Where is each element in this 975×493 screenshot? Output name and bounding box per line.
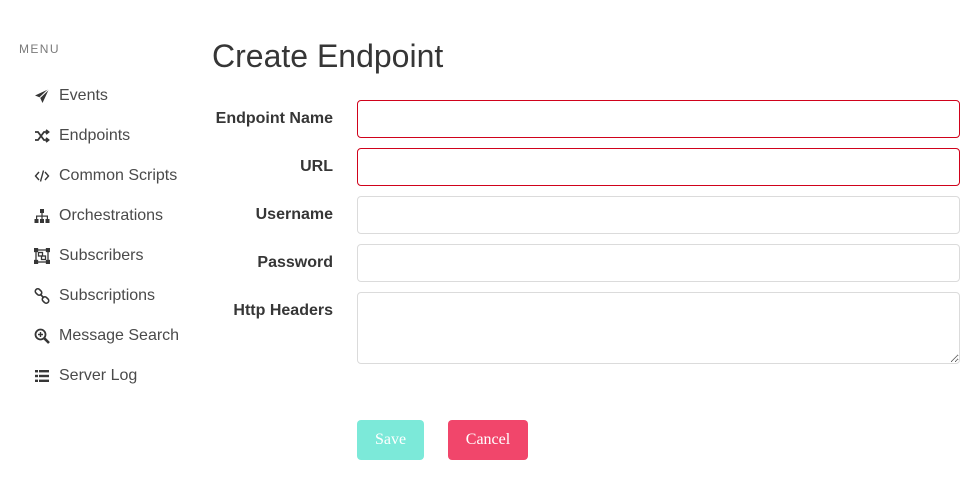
sidebar-item-label: Server Log	[59, 367, 138, 384]
sidebar-item-endpoints[interactable]: Endpoints	[33, 116, 179, 156]
sidebar-item-subscribers[interactable]: Subscribers	[33, 236, 179, 276]
menu-list: Events Endpoints Common Scripts Orchestr…	[33, 76, 179, 396]
sidebar-item-label: Orchestrations	[59, 207, 164, 224]
endpoint-name-input[interactable]	[357, 100, 960, 138]
sidebar: MENU Events Endpoints Common Scripts Orc…	[0, 0, 200, 493]
sidebar-item-label: Common Scripts	[59, 167, 178, 184]
save-button[interactable]: Save	[357, 420, 424, 460]
sidebar-item-common-scripts[interactable]: Common Scripts	[33, 156, 179, 196]
menu-label: MENU	[19, 42, 60, 56]
http-headers-label: Http Headers	[233, 302, 333, 319]
http-headers-textarea[interactable]	[357, 292, 960, 364]
main-content: Create Endpoint Endpoint Name URL Userna…	[212, 0, 972, 493]
sidebar-item-label: Message Search	[59, 327, 180, 344]
cancel-button[interactable]: Cancel	[448, 420, 528, 460]
password-label: Password	[257, 254, 333, 271]
sitemap-icon	[33, 207, 51, 225]
sidebar-item-message-search[interactable]: Message Search	[33, 316, 179, 356]
list-icon	[33, 367, 51, 385]
url-label: URL	[300, 158, 333, 175]
sidebar-item-label: Endpoints	[59, 127, 131, 144]
sidebar-item-orchestrations[interactable]: Orchestrations	[33, 196, 179, 236]
sidebar-item-label: Subscriptions	[59, 287, 156, 304]
url-input[interactable]	[357, 148, 960, 186]
username-input[interactable]	[357, 196, 960, 234]
code-icon	[33, 167, 51, 185]
paper-plane-icon	[33, 87, 51, 105]
random-icon	[33, 127, 51, 145]
link-icon	[33, 287, 51, 305]
sidebar-item-label: Subscribers	[59, 247, 144, 264]
username-label: Username	[255, 206, 333, 223]
sidebar-item-server-log[interactable]: Server Log	[33, 356, 179, 396]
sidebar-item-subscriptions[interactable]: Subscriptions	[33, 276, 179, 316]
password-input[interactable]	[357, 244, 960, 282]
search-plus-icon	[33, 327, 51, 345]
sidebar-item-events[interactable]: Events	[33, 76, 179, 116]
page-title: Create Endpoint	[212, 38, 444, 74]
endpoint-name-label: Endpoint Name	[215, 110, 333, 127]
object-group-icon	[33, 247, 51, 265]
sidebar-item-label: Events	[59, 87, 108, 104]
